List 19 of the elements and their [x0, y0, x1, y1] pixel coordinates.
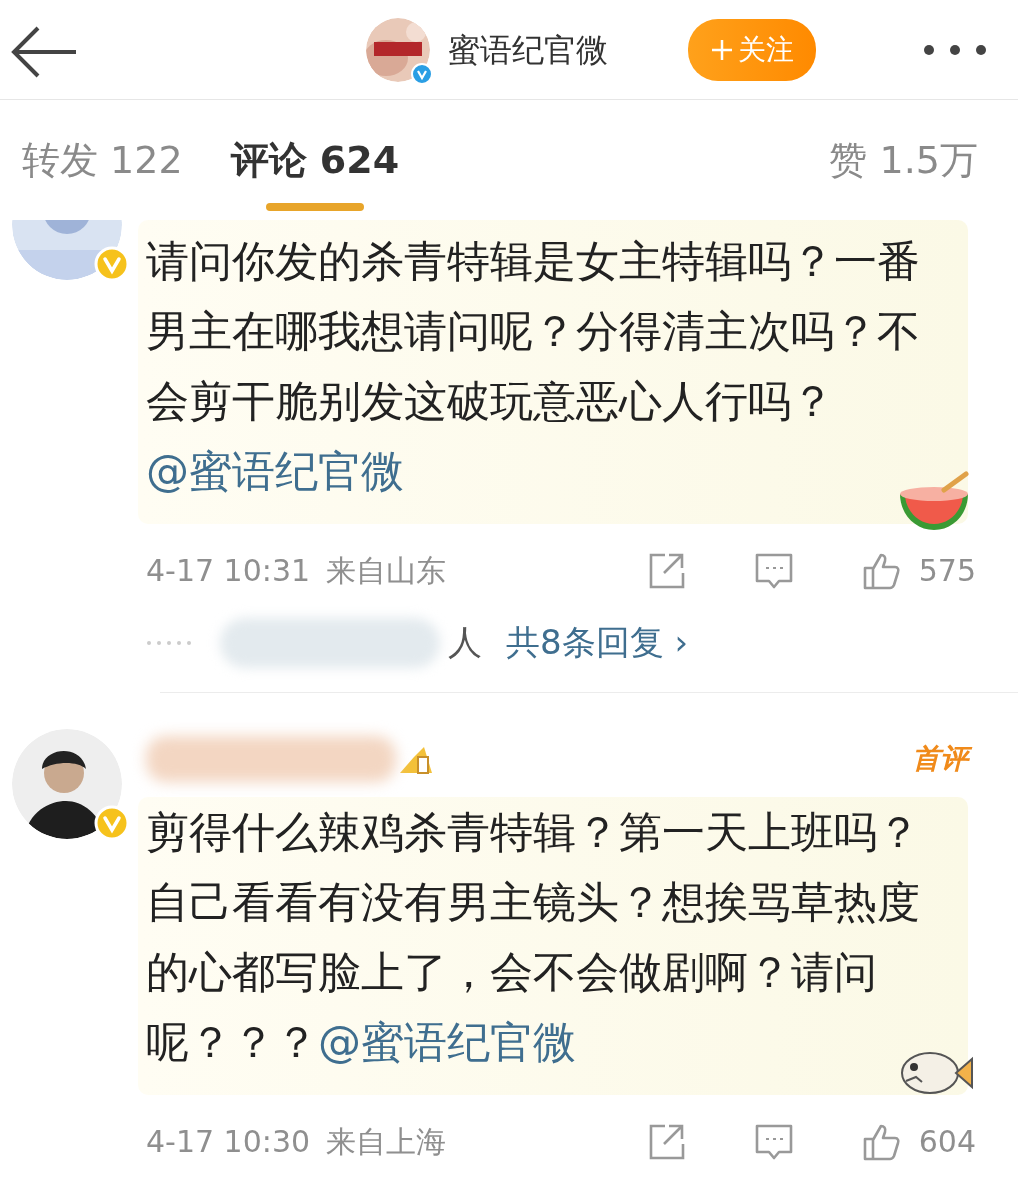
first-comment-label: 首评	[912, 739, 976, 779]
comment-text: 剪得什么辣鸡杀青特辑？第一天上班吗？自己看看有没有男主镜头？想挨骂草热度的心都写脸上了，会不会做剧啊？请问呢？？？@蜜语纪官微	[146, 806, 921, 1069]
more-icon[interactable]	[922, 42, 988, 57]
likes-total-tab[interactable]: 赞 1.5万	[829, 131, 978, 189]
plus-icon	[710, 37, 734, 62]
comment-location: 来自山东	[326, 552, 447, 590]
reply-names-suffix: 人	[448, 621, 482, 664]
comment-location: 来自上海	[326, 1123, 447, 1161]
like-count: 575	[918, 552, 976, 590]
comment-time: 4-17 10:30	[146, 1123, 311, 1161]
comment-text: 请问你发的杀青特辑是女主特辑吗？一番男主在哪我想请问呢？分得清主次吗？不会剪干脆别发这破玩意恶心人行吗？ @蜜语纪官微	[146, 235, 921, 498]
tab[interactable]: 评论 624	[230, 131, 400, 211]
mention-link[interactable]: @蜜语纪官微	[146, 446, 404, 496]
account-name: 蜜语纪官微	[448, 29, 608, 71]
replies-link[interactable]: 共8条回复 ›	[506, 617, 689, 668]
tab[interactable]: 转发 122	[22, 131, 183, 211]
comment-time: 4-17 10:31	[146, 552, 311, 590]
mention-link[interactable]: @蜜语纪官微	[318, 1017, 576, 1067]
like-count: 604	[918, 1123, 976, 1161]
